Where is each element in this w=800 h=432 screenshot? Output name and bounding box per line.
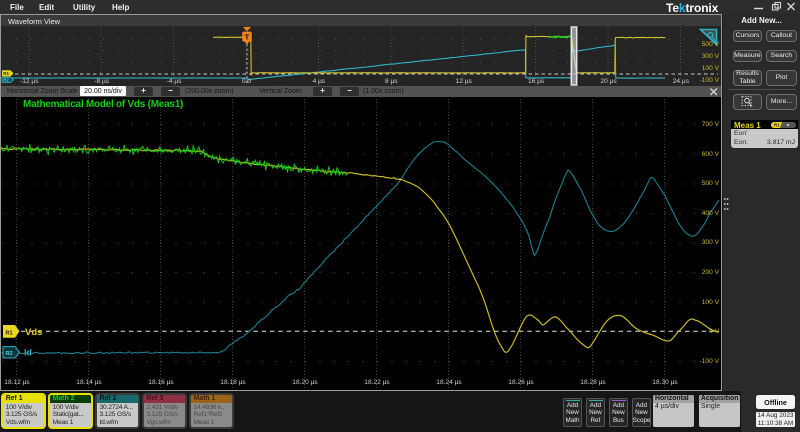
svg-text:R1: R1 [774, 123, 780, 128]
